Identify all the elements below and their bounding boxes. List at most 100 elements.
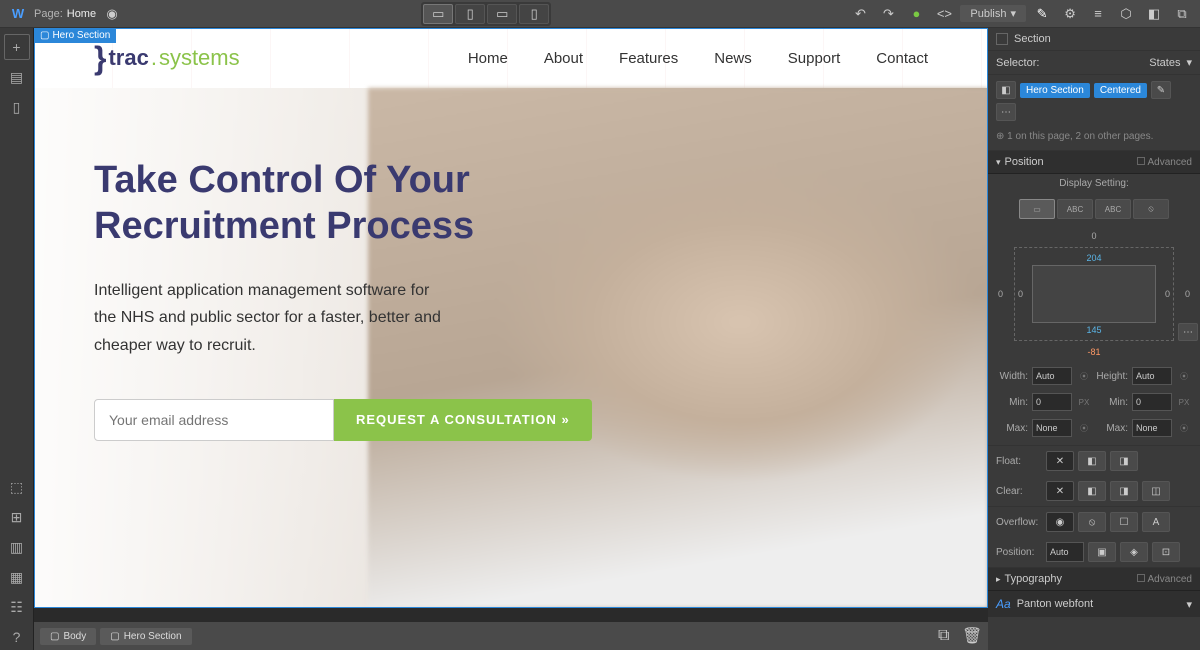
width-stepper-icon[interactable]: ⦿ <box>1076 371 1092 382</box>
nav-link-about[interactable]: About <box>544 50 583 67</box>
clear-left-icon[interactable]: ◧ <box>1078 481 1106 501</box>
margin-top[interactable]: 0 <box>1091 231 1096 241</box>
interactions-tab-icon[interactable]: ⬡ <box>1114 4 1138 24</box>
min-width-label: Min: <box>996 397 1028 408</box>
undo-icon[interactable]: ↶ <box>848 4 872 24</box>
class-tag-hero[interactable]: Hero Section <box>1020 83 1090 98</box>
overflow-label: Overflow: <box>996 517 1042 528</box>
width-input[interactable] <box>1032 367 1072 385</box>
publish-button[interactable]: Publish▾ <box>960 5 1026 22</box>
margin-bottom[interactable]: -81 <box>1087 347 1100 357</box>
min-height-input[interactable] <box>1132 393 1172 411</box>
margin-right[interactable]: 0 <box>1185 289 1190 299</box>
clear-row: Clear: ✕ ◧ ◨ ◫ <box>988 476 1200 506</box>
display-inline-block-icon[interactable]: ABC <box>1057 199 1093 219</box>
height-stepper-icon[interactable]: ⦿ <box>1176 371 1192 382</box>
min-width-unit[interactable]: PX <box>1076 398 1092 407</box>
box-model-editor[interactable]: 0 -81 0 0 204 145 0 0 ⋯ <box>996 229 1192 359</box>
position-fixed-icon[interactable]: ⊡ <box>1152 542 1180 562</box>
font-name[interactable]: Panton webfont <box>1017 598 1181 610</box>
states-label[interactable]: States <box>1149 57 1180 69</box>
redo-icon[interactable]: ↷ <box>876 4 900 24</box>
edit-selector-icon[interactable]: ✎ <box>1151 81 1171 99</box>
position-input[interactable] <box>1046 542 1084 562</box>
clear-right-icon[interactable]: ◨ <box>1110 481 1138 501</box>
padding-top[interactable]: 204 <box>1086 253 1101 263</box>
pages-icon[interactable]: ▤ <box>4 64 30 90</box>
nav-link-features[interactable]: Features <box>619 50 678 67</box>
overflow-hidden-icon[interactable]: ⦸ <box>1078 512 1106 532</box>
nav-link-contact[interactable]: Contact <box>876 50 928 67</box>
padding-right[interactable]: 0 <box>1165 289 1170 299</box>
clear-none-icon[interactable]: ✕ <box>1046 481 1074 501</box>
position-absolute-icon[interactable]: ◈ <box>1120 542 1148 562</box>
position-relative-icon[interactable]: ▣ <box>1088 542 1116 562</box>
chevron-down-icon[interactable]: ▾ <box>1186 598 1192 611</box>
nav-link-home[interactable]: Home <box>468 50 508 67</box>
help-icon[interactable]: ? <box>4 624 30 650</box>
selector-global-icon[interactable]: ◧ <box>996 81 1016 99</box>
display-none-icon[interactable]: ⦸ <box>1133 199 1169 219</box>
device-desktop-icon[interactable]: ▭ <box>423 4 453 24</box>
display-inline-icon[interactable]: ABC <box>1095 199 1131 219</box>
hero-section[interactable]: Take Control Of YourRecruitment Process … <box>34 88 988 608</box>
email-field[interactable] <box>94 399 334 441</box>
settings-tab-icon[interactable]: ⚙ <box>1058 4 1082 24</box>
class-tag-centered[interactable]: Centered <box>1094 83 1147 98</box>
selector-menu-icon[interactable]: ⋯ <box>996 103 1016 121</box>
assets-tab-icon[interactable]: ◧ <box>1142 4 1166 24</box>
max-width-stepper-icon[interactable]: ⦿ <box>1076 423 1092 434</box>
hero-body[interactable]: Intelligent application management softw… <box>94 277 454 359</box>
device-tablet-landscape-icon[interactable]: ▭ <box>487 4 517 24</box>
collapse-icon[interactable]: ⧉ <box>938 627 958 645</box>
selector-label: Selector: <box>996 57 1039 69</box>
webflow-logo-icon[interactable]: W <box>6 4 30 24</box>
display-block-icon[interactable]: ▭ <box>1019 199 1055 219</box>
box-more-icon[interactable]: ⋯ <box>1178 323 1198 341</box>
padding-left[interactable]: 0 <box>1018 289 1023 299</box>
cta-button[interactable]: REQUEST A CONSULTATION » <box>334 399 592 441</box>
float-left-icon[interactable]: ◧ <box>1078 451 1106 471</box>
code-icon[interactable]: <> <box>932 4 956 24</box>
min-width-input[interactable] <box>1032 393 1072 411</box>
backups-tab-icon[interactable]: ⧉ <box>1170 4 1194 24</box>
preview-icon[interactable]: ◉ <box>100 4 124 24</box>
overflow-visible-icon[interactable]: ◉ <box>1046 512 1074 532</box>
typography-section-header[interactable]: ▸TypographyAdvanced <box>988 568 1200 591</box>
height-input[interactable] <box>1132 367 1172 385</box>
delete-icon[interactable]: 🗑 <box>962 626 982 646</box>
page-name[interactable]: Home <box>67 8 96 20</box>
breadcrumb-hero[interactable]: ▢Hero Section <box>100 628 191 645</box>
margin-left[interactable]: 0 <box>998 289 1003 299</box>
select-tool-icon[interactable]: ⬚ <box>4 474 30 500</box>
min-height-unit[interactable]: PX <box>1176 398 1192 407</box>
position-section-header[interactable]: ▾PositionAdvanced <box>988 151 1200 174</box>
device-tablet-icon[interactable]: ▯ <box>455 4 485 24</box>
navigator-tab-icon[interactable]: ≡ <box>1086 4 1110 24</box>
add-element-icon[interactable]: + <box>4 34 30 60</box>
display-buttons: ▭ ABC ABC ⦸ <box>988 193 1200 225</box>
float-none-icon[interactable]: ✕ <box>1046 451 1074 471</box>
padding-bottom[interactable]: 145 <box>1086 325 1101 335</box>
max-height-stepper-icon[interactable]: ⦿ <box>1176 423 1192 434</box>
design-canvas[interactable]: ▢Hero Section } trac.systems Home About … <box>34 28 988 608</box>
overflow-auto-icon[interactable]: A <box>1142 512 1170 532</box>
max-height-input[interactable] <box>1132 419 1172 437</box>
cms-icon[interactable]: ▦ <box>4 564 30 590</box>
hero-form: REQUEST A CONSULTATION » <box>94 399 928 441</box>
hero-title[interactable]: Take Control Of YourRecruitment Process <box>94 158 928 249</box>
float-right-icon[interactable]: ◨ <box>1110 451 1138 471</box>
style-tab-icon[interactable]: ✎ <box>1030 4 1054 24</box>
nav-link-news[interactable]: News <box>714 50 752 67</box>
site-logo[interactable]: } trac.systems <box>94 40 240 77</box>
max-width-input[interactable] <box>1032 419 1072 437</box>
guides-icon[interactable]: ▥ <box>4 534 30 560</box>
overflow-scroll-icon[interactable]: ☐ <box>1110 512 1138 532</box>
nav-link-support[interactable]: Support <box>788 50 841 67</box>
grid-tool-icon[interactable]: ⊞ <box>4 504 30 530</box>
breadcrumb-body[interactable]: ▢Body <box>40 628 96 645</box>
device-mobile-icon[interactable]: ▯ <box>519 4 549 24</box>
clear-both-icon[interactable]: ◫ <box>1142 481 1170 501</box>
page-icon[interactable]: ▯ <box>4 94 30 120</box>
users-icon[interactable]: ☷ <box>4 594 30 620</box>
